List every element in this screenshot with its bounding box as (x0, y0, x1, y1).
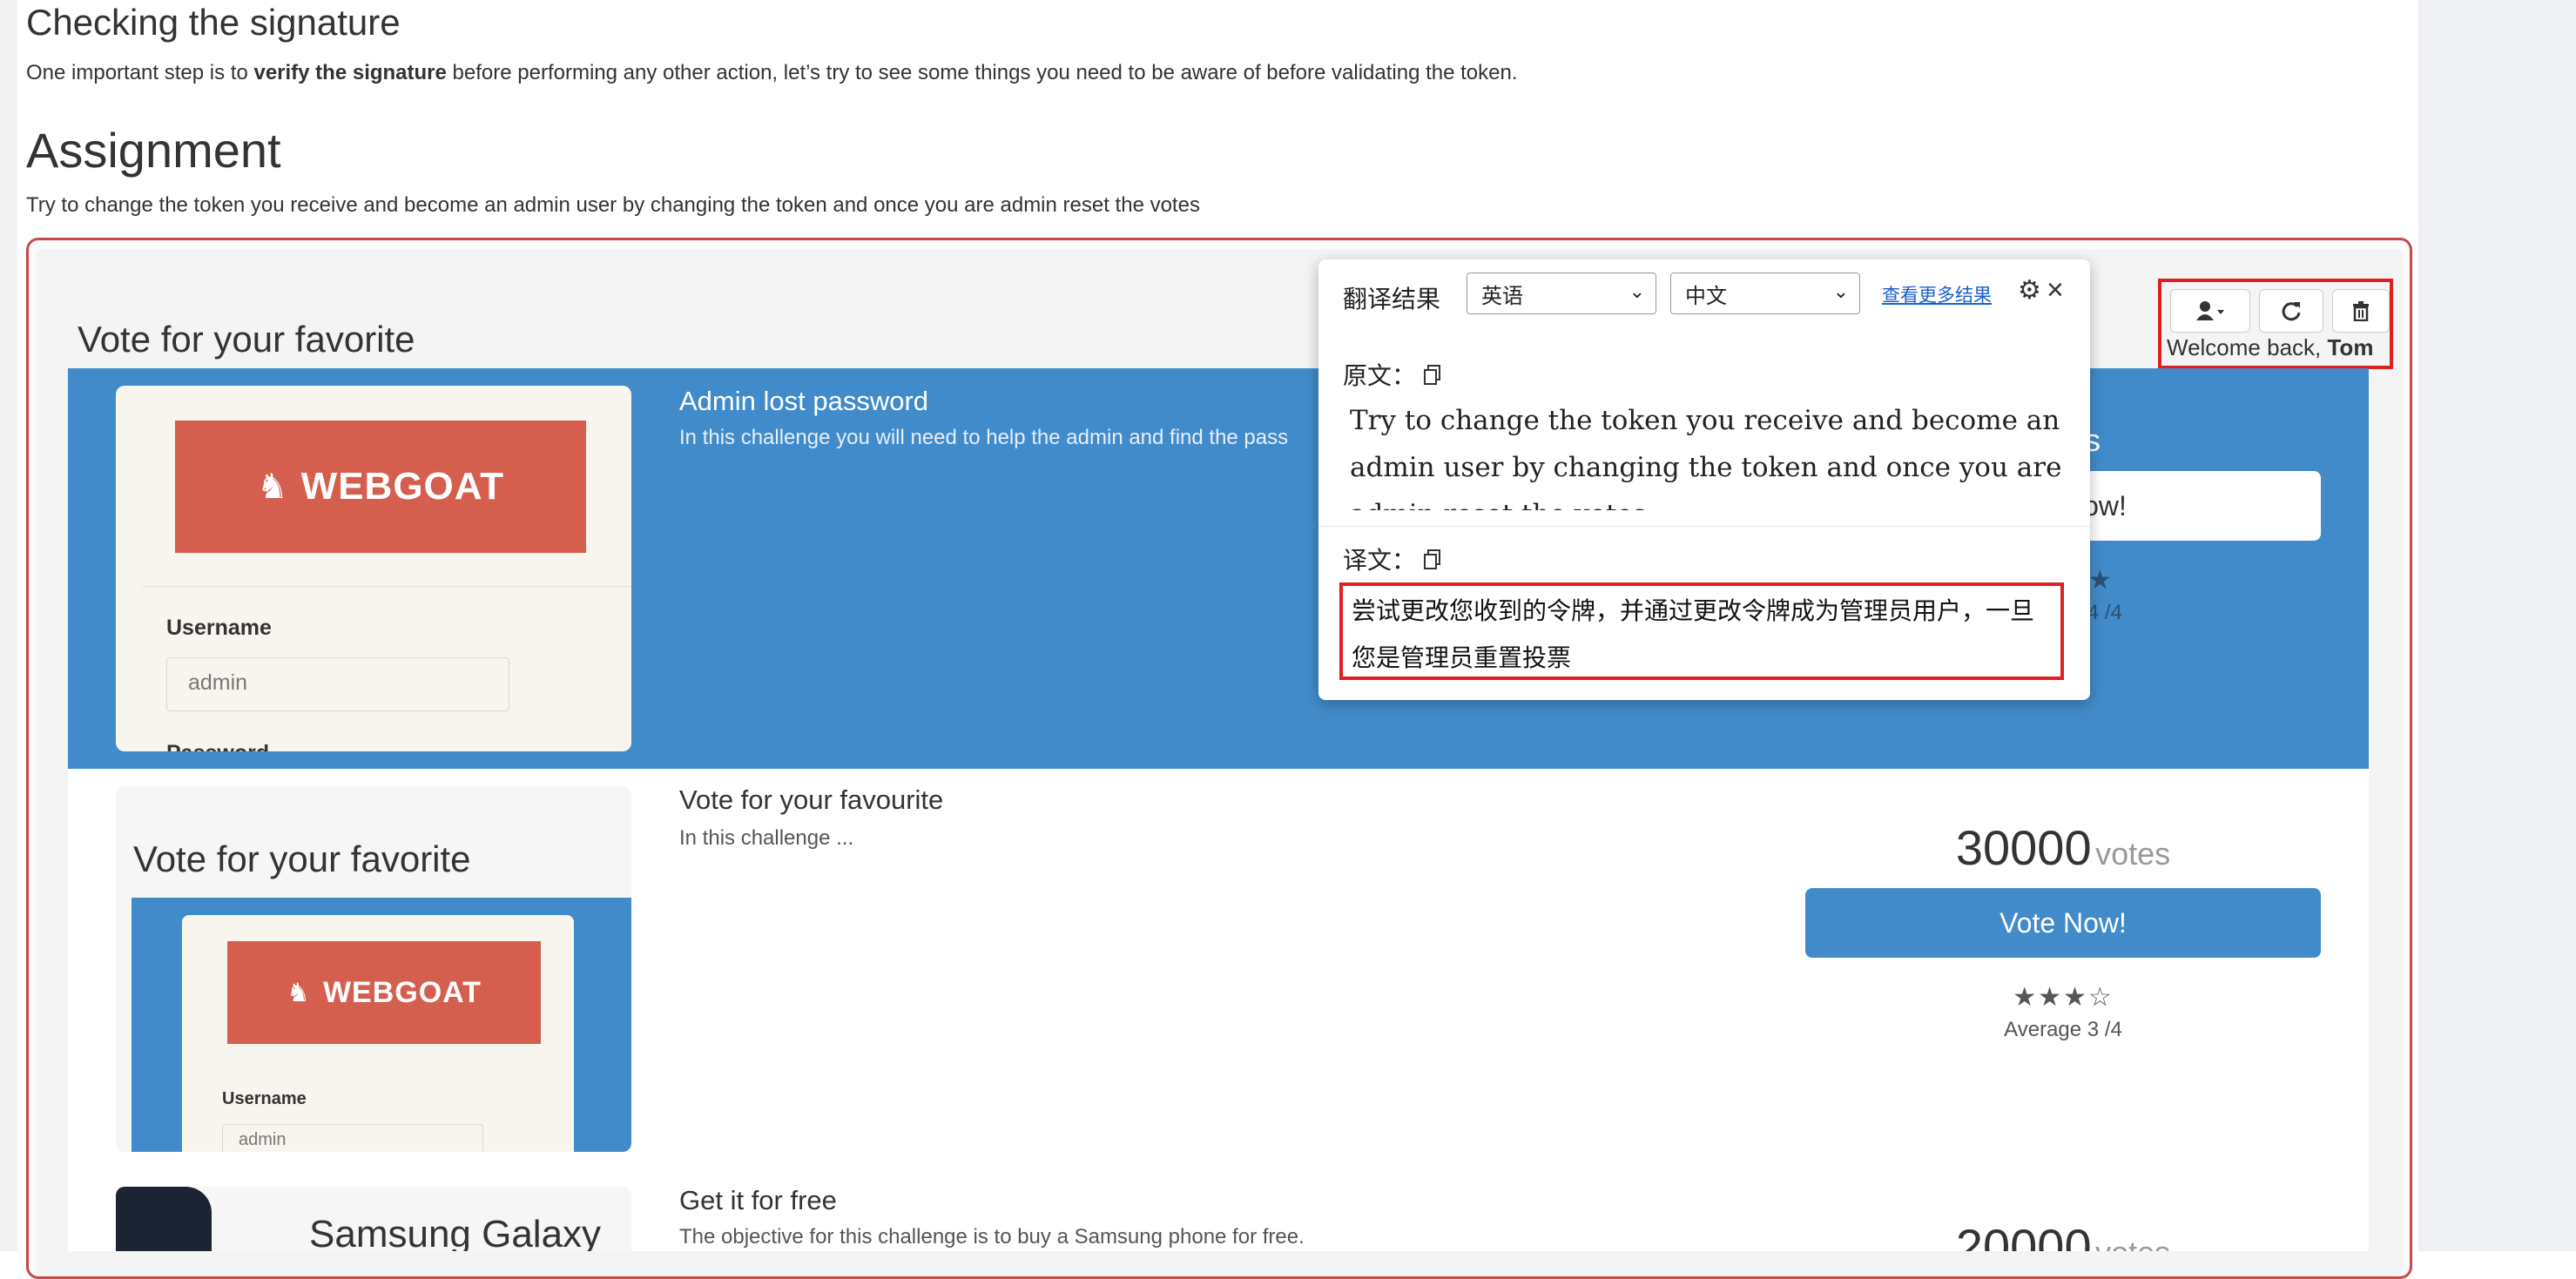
card-description: In this challenge you will need to help … (679, 426, 1289, 449)
refresh-icon (2282, 302, 2301, 321)
copy-icon[interactable] (1423, 549, 1442, 570)
thumb-inner-card: ♞ WEBGOAT Username admin (182, 915, 574, 1152)
votes-count: 30000 (1955, 820, 2092, 875)
votes-count: 20000 (1955, 1219, 2092, 1251)
thumb-divider (142, 586, 631, 587)
chevron-down-icon: ⌄ (1832, 280, 1849, 302)
thumb-samsung-text: Samsung Galaxy (309, 1213, 602, 1251)
votes-label: votes (2095, 836, 2171, 872)
translated-text-highlight: 尝试更改您收到的令牌，并通过更改令牌成为管理员用户，一旦您是管理员重置投票 (1339, 582, 2064, 680)
translation-label: 译文： (1343, 542, 1442, 576)
username: Tom (2327, 334, 2374, 360)
vote-now-button[interactable]: Vote Now! (1805, 888, 2321, 958)
rating-average: Average 3 /4 (2004, 1018, 2122, 1041)
original-label: 原文： (1343, 357, 1442, 392)
card-votes: 30000 votes Vote Now! ★★★☆ Average 3 /4 (1805, 819, 2321, 1042)
card-thumbnail: ♞ WEBGOAT Username admin Password (116, 386, 631, 751)
popup-header: 翻译结果 (1343, 286, 1441, 313)
vote-card-vote-for-favourite[interactable]: Vote for your favorite ♞ WEBGOAT Usernam… (68, 769, 2369, 1170)
thumb-password-label: Password (166, 741, 269, 751)
close-icon[interactable]: × (2047, 273, 2064, 307)
refresh-button[interactable] (2259, 289, 2323, 333)
card-title: Vote for your favourite (679, 784, 944, 815)
thumb-username-label: Username (222, 1089, 307, 1108)
checking-paragraph: One important step is to verify the sign… (26, 61, 1518, 84)
card-thumbnail: Vote for your favorite ♞ WEBGOAT Usernam… (116, 786, 631, 1152)
left-gutter (0, 0, 17, 1251)
card-title: Admin lost password (679, 386, 929, 416)
webgoat-logo: ♞ WEBGOAT (227, 941, 541, 1044)
target-language-select[interactable]: 中文 ⌄ (1670, 273, 1860, 314)
thumb-username-field: admin (166, 657, 509, 711)
settings-gear-icon[interactable]: ⚙ (2018, 275, 2041, 306)
thumb-blue-band: ♞ WEBGOAT Username admin (131, 898, 631, 1152)
user-icon (2196, 301, 2224, 320)
section-title-checking: Checking the signature (26, 2, 401, 43)
original-text: Try to change the token you receive and … (1350, 405, 2062, 510)
reset-votes-button[interactable] (2332, 289, 2390, 333)
card-thumbnail: Samsung Galaxy (116, 1187, 631, 1251)
welcome-message: Welcome back, Tom (2167, 334, 2374, 360)
thumb-heading: Vote for your favorite (133, 838, 471, 879)
card-title: Get it for free (679, 1185, 837, 1215)
source-language-select[interactable]: 英语 ⌄ (1467, 273, 1656, 314)
copy-icon[interactable] (1423, 365, 1442, 386)
section-title-assignment: Assignment (26, 123, 281, 178)
goat-icon: ♞ (256, 468, 289, 506)
assignment-paragraph: Try to change the token you receive and … (26, 193, 1200, 217)
votes-label: votes (2095, 1235, 2170, 1251)
phone-image (116, 1187, 212, 1251)
vote-card-get-it-for-free[interactable]: Samsung Galaxy Get it for free The objec… (68, 1169, 2369, 1251)
right-side-panel (2418, 0, 2576, 1251)
thumb-username-label: Username (166, 616, 272, 640)
thumb-username-field: admin (222, 1124, 483, 1152)
chevron-down-icon: ⌄ (1629, 280, 1645, 302)
more-results-link[interactable]: 查看更多结果 (1882, 281, 1992, 307)
card-description: The objective for this challenge is to b… (679, 1225, 1305, 1249)
webgoat-logo: ♞ WEBGOAT (175, 421, 586, 553)
card-description: In this challenge ... (679, 826, 854, 850)
translation-popup: 翻译结果 英语 ⌄ 中文 ⌄ 查看更多结果 ⚙ × 原文： Try to cha… (1318, 259, 2090, 700)
trash-icon (2353, 301, 2369, 321)
card-votes: 20000 votes (1805, 1218, 2321, 1251)
goat-icon: ♞ (287, 978, 311, 1007)
rating-stars: ★★★☆ (2013, 983, 2114, 1012)
user-controls-highlight: Welcome back, Tom (2158, 279, 2393, 369)
vote-page-title: Vote for your favorite (78, 319, 415, 360)
user-dropdown-button[interactable] (2170, 289, 2250, 333)
popup-divider (1318, 526, 2090, 527)
